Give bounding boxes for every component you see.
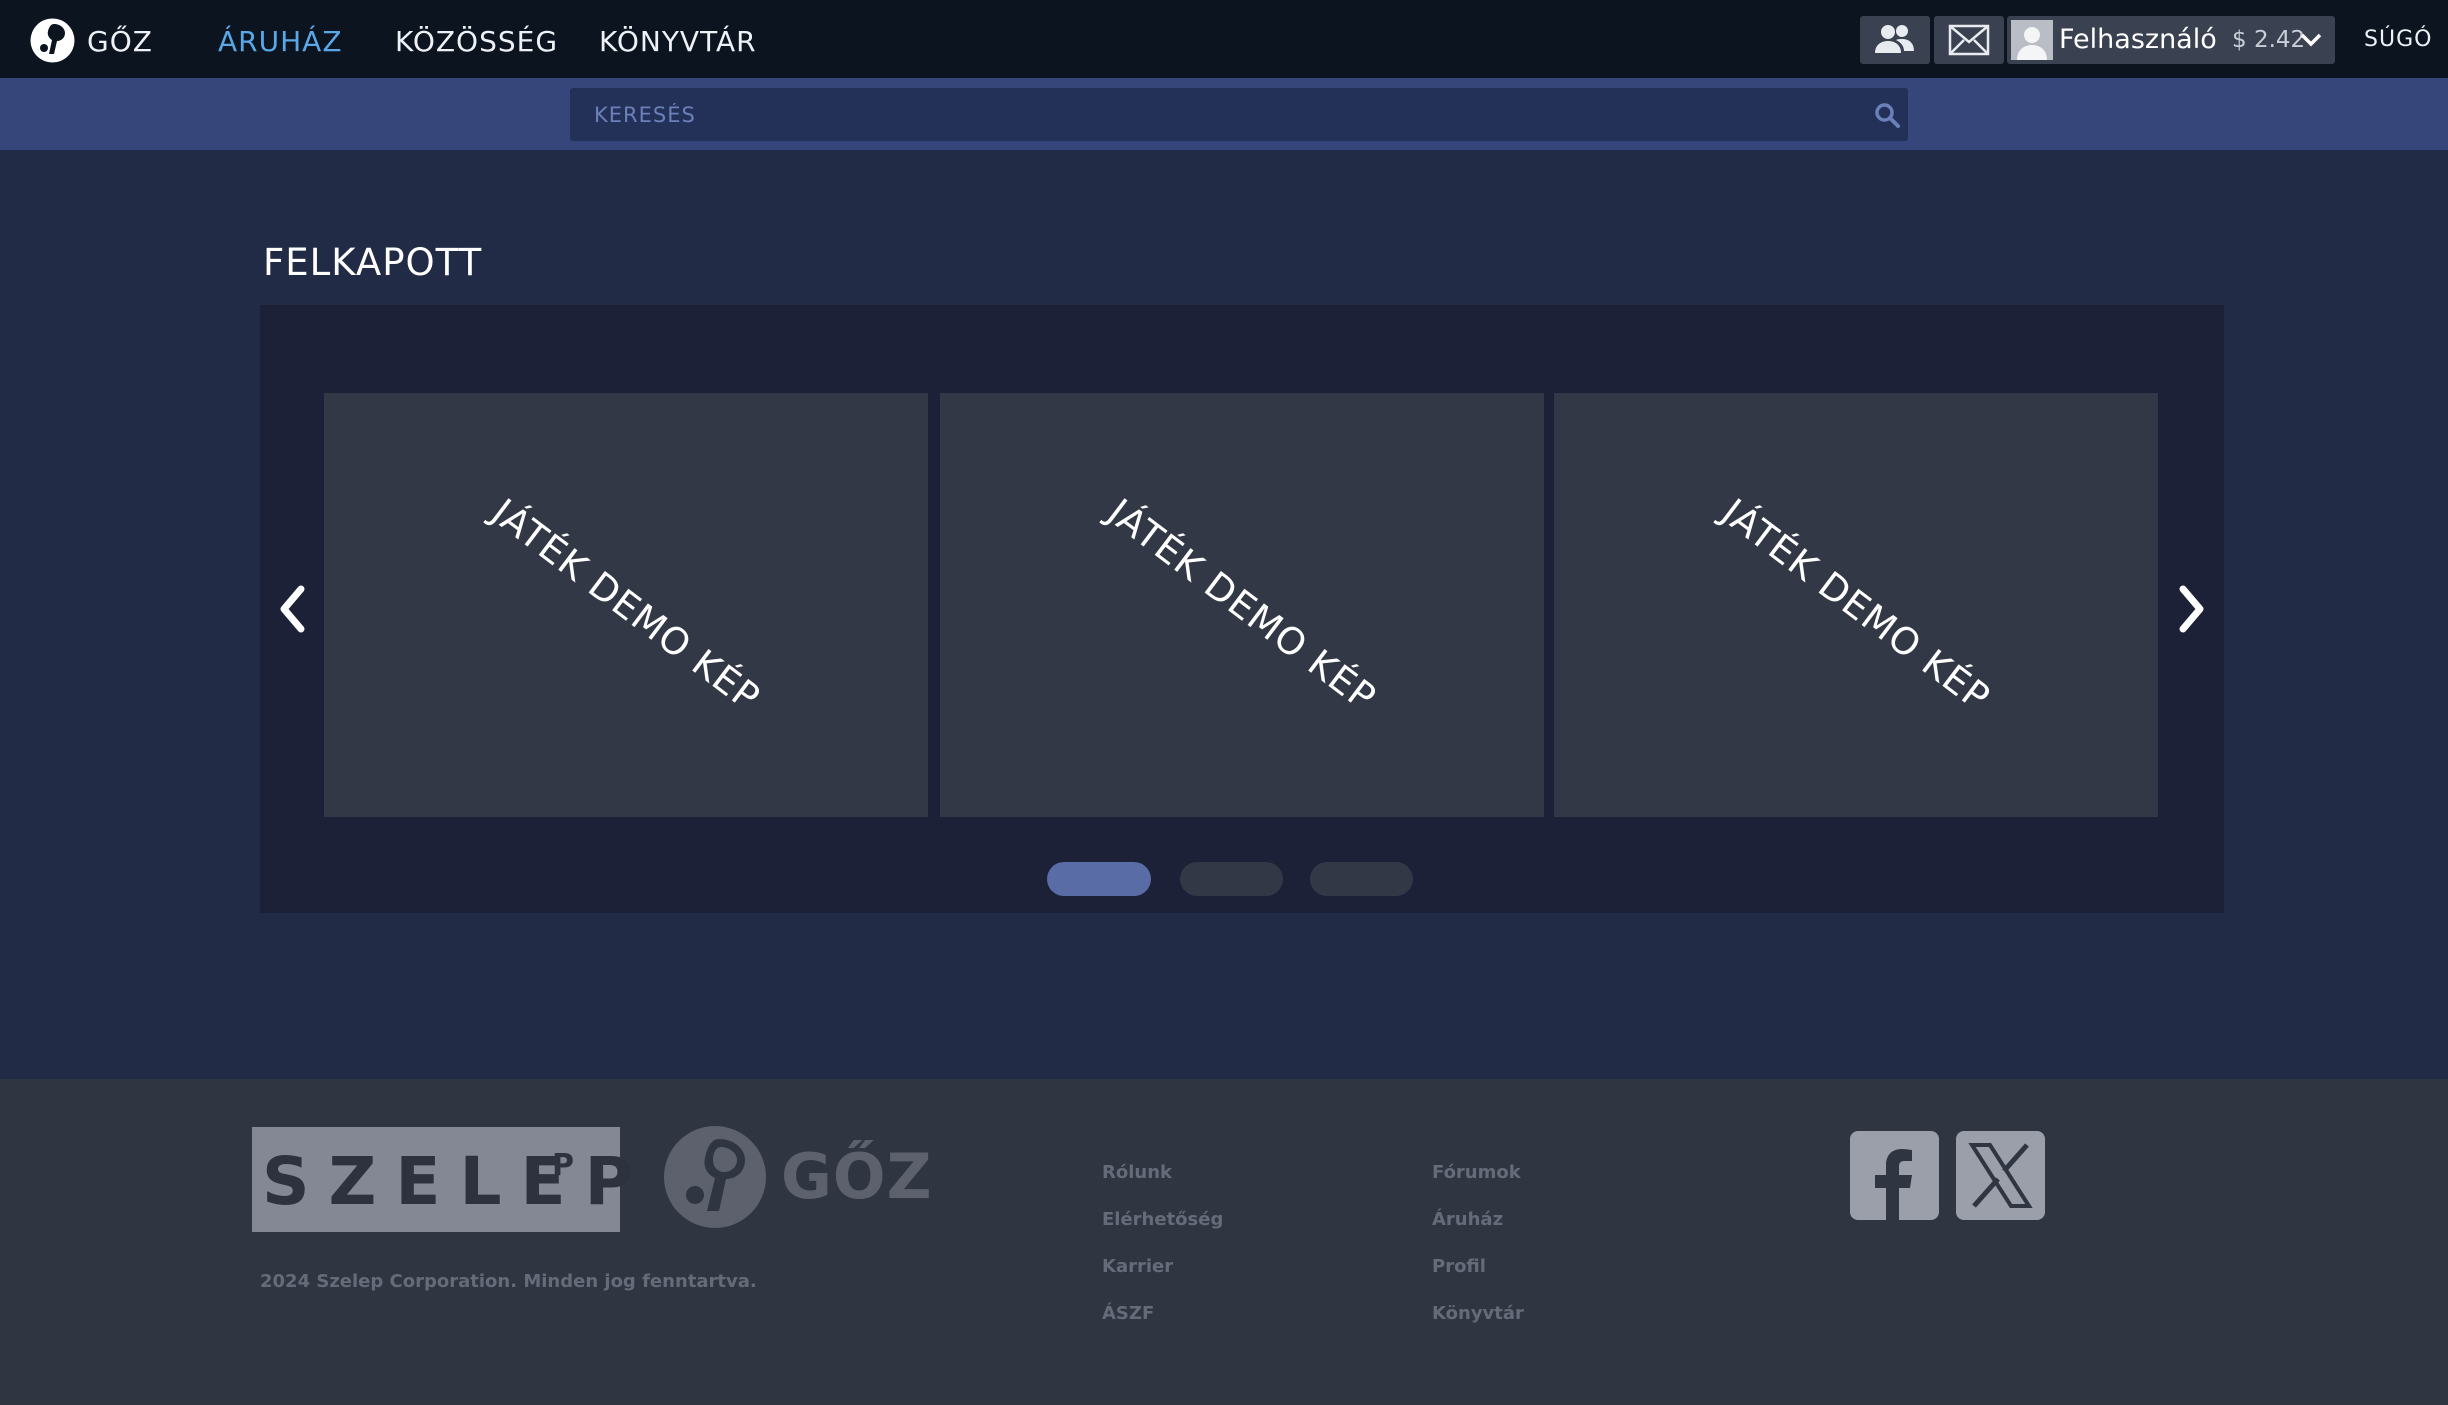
nav-library[interactable]: KÖNYVTÁR [599, 22, 757, 62]
company-logo-text: SZELEP [262, 1143, 652, 1220]
footer-link-careers[interactable]: Karrier [1102, 1254, 1173, 1280]
carousel-dot[interactable] [1310, 862, 1413, 896]
carousel-slide[interactable]: JÁTÉK DEMO KÉP [940, 393, 1544, 817]
slide-label: JÁTÉK DEMO KÉP [1099, 490, 1385, 720]
steam-logo-icon [664, 1126, 766, 1228]
footer: SZELEP P GŐZ 2024 Szelep Corporation. Mi… [0, 1079, 2448, 1405]
search-box [570, 88, 1908, 141]
mail-icon [1948, 24, 1990, 56]
footer-link-store[interactable]: Áruház [1432, 1207, 1503, 1233]
friends-button[interactable] [1860, 16, 1930, 64]
footer-link-contact[interactable]: Elérhetőség [1102, 1207, 1223, 1233]
x-icon [1968, 1143, 2033, 1208]
wallet-balance: $ 2.42 [2232, 27, 2306, 53]
arrow-left-icon[interactable] [274, 583, 312, 635]
x-button[interactable] [1956, 1131, 2045, 1220]
help-link[interactable]: SÚGÓ [2364, 25, 2432, 55]
featured-carousel: JÁTÉK DEMO KÉP JÁTÉK DEMO KÉP JÁTÉK DEMO… [260, 305, 2224, 913]
footer-link-profile[interactable]: Profil [1432, 1254, 1486, 1280]
search-bar [0, 78, 2448, 150]
mail-button[interactable] [1934, 16, 2004, 64]
brand-logo-text: GŐZ [781, 1140, 933, 1213]
facebook-button[interactable] [1850, 1131, 1939, 1220]
brand-name[interactable]: GŐZ [87, 22, 153, 62]
steam-logo-icon[interactable] [30, 18, 75, 63]
carousel-dot[interactable] [1180, 862, 1283, 896]
slide-label: JÁTÉK DEMO KÉP [483, 490, 769, 720]
username: Felhasználó [2059, 24, 2217, 55]
chevron-down-icon[interactable] [2299, 28, 2323, 52]
footer-link-library[interactable]: Könyvtár [1432, 1301, 1524, 1327]
search-input[interactable] [570, 88, 1840, 141]
footer-link-forums[interactable]: Fórumok [1432, 1160, 1521, 1186]
nav-store[interactable]: ÁRUHÁZ [218, 22, 343, 62]
carousel-slide[interactable]: JÁTÉK DEMO KÉP [1554, 393, 2158, 817]
footer-link-about[interactable]: Rólunk [1102, 1160, 1172, 1186]
company-logo-sup: P [552, 1148, 574, 1183]
slide-label: JÁTÉK DEMO KÉP [1713, 490, 1999, 720]
section-title: FELKAPOTT [263, 241, 483, 284]
carousel-slide[interactable]: JÁTÉK DEMO KÉP [324, 393, 928, 817]
carousel-dot-active[interactable] [1047, 862, 1151, 896]
friends-icon [1875, 25, 1914, 53]
arrow-right-icon[interactable] [2172, 583, 2210, 635]
copyright: 2024 Szelep Corporation. Minden jog fenn… [260, 1271, 757, 1292]
top-bar: GŐZ ÁRUHÁZ KÖZÖSSÉG KÖNYVTÁR Felhasználó… [0, 0, 2448, 78]
avatar[interactable] [2011, 20, 2053, 60]
facebook-icon [1875, 1149, 1912, 1220]
company-logo: SZELEP P [252, 1127, 633, 1232]
account-menu[interactable]: Felhasználó $ 2.42 [2007, 16, 2335, 64]
nav-community[interactable]: KÖZÖSSÉG [395, 22, 558, 62]
search-icon[interactable] [1874, 102, 1900, 128]
footer-link-terms[interactable]: ÁSZF [1102, 1301, 1154, 1327]
